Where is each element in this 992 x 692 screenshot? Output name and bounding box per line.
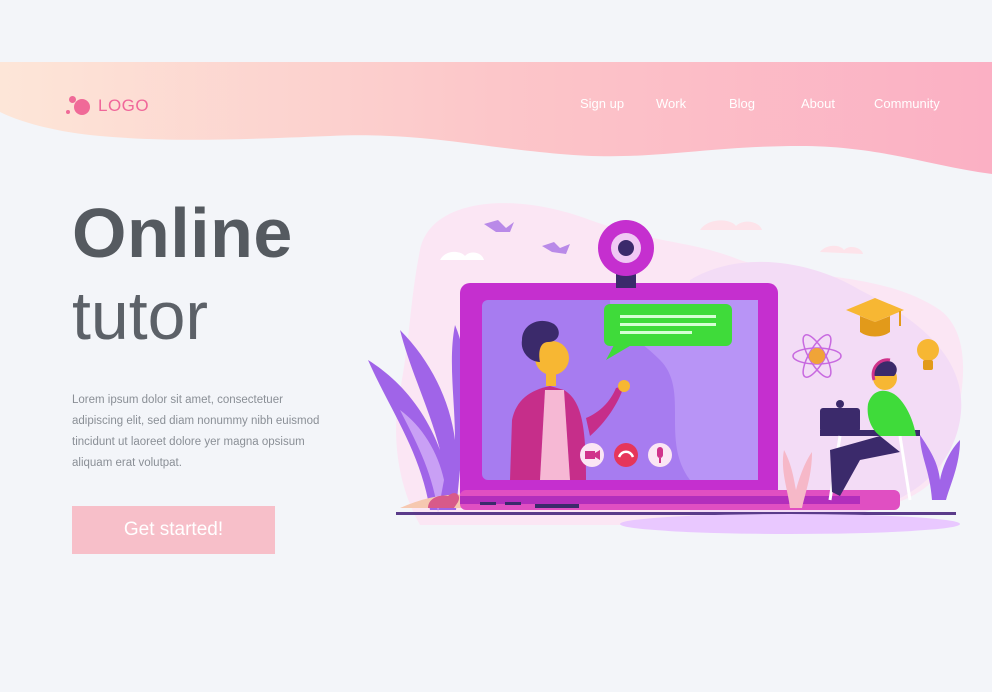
- tutor-hand: [618, 380, 630, 392]
- cloud: [820, 245, 863, 254]
- page-top-band: [0, 0, 992, 64]
- laptop-vent: [535, 504, 579, 508]
- online-tutor-illustration: [368, 203, 964, 534]
- get-started-button[interactable]: Get started!: [72, 506, 275, 554]
- nav-sign-up[interactable]: Sign up: [580, 96, 624, 111]
- floor-wave: [620, 514, 960, 534]
- nav-work[interactable]: Work: [656, 96, 686, 111]
- phone-hangup-icon: [614, 443, 638, 467]
- header-background: [0, 62, 992, 174]
- hero-title-line1: Online: [72, 194, 293, 272]
- laptop-port: [480, 502, 496, 505]
- nav-blog[interactable]: Blog: [729, 96, 755, 111]
- webcam-stand: [616, 274, 636, 288]
- student-laptop: [820, 408, 860, 432]
- cloud: [700, 220, 762, 230]
- hero-description: Lorem ipsum dolor sit amet, consectetuer…: [72, 394, 320, 469]
- floor-line: [396, 512, 956, 515]
- nav-about[interactable]: About: [801, 96, 835, 111]
- tutor-neck: [546, 372, 556, 386]
- laptop-port: [505, 502, 521, 505]
- hero-title-line2: tutor: [72, 278, 209, 354]
- hero-title: Online tutor: [72, 190, 293, 356]
- nav-community[interactable]: Community: [874, 96, 940, 111]
- top-nav: Sign up Work Blog About Community: [0, 96, 992, 116]
